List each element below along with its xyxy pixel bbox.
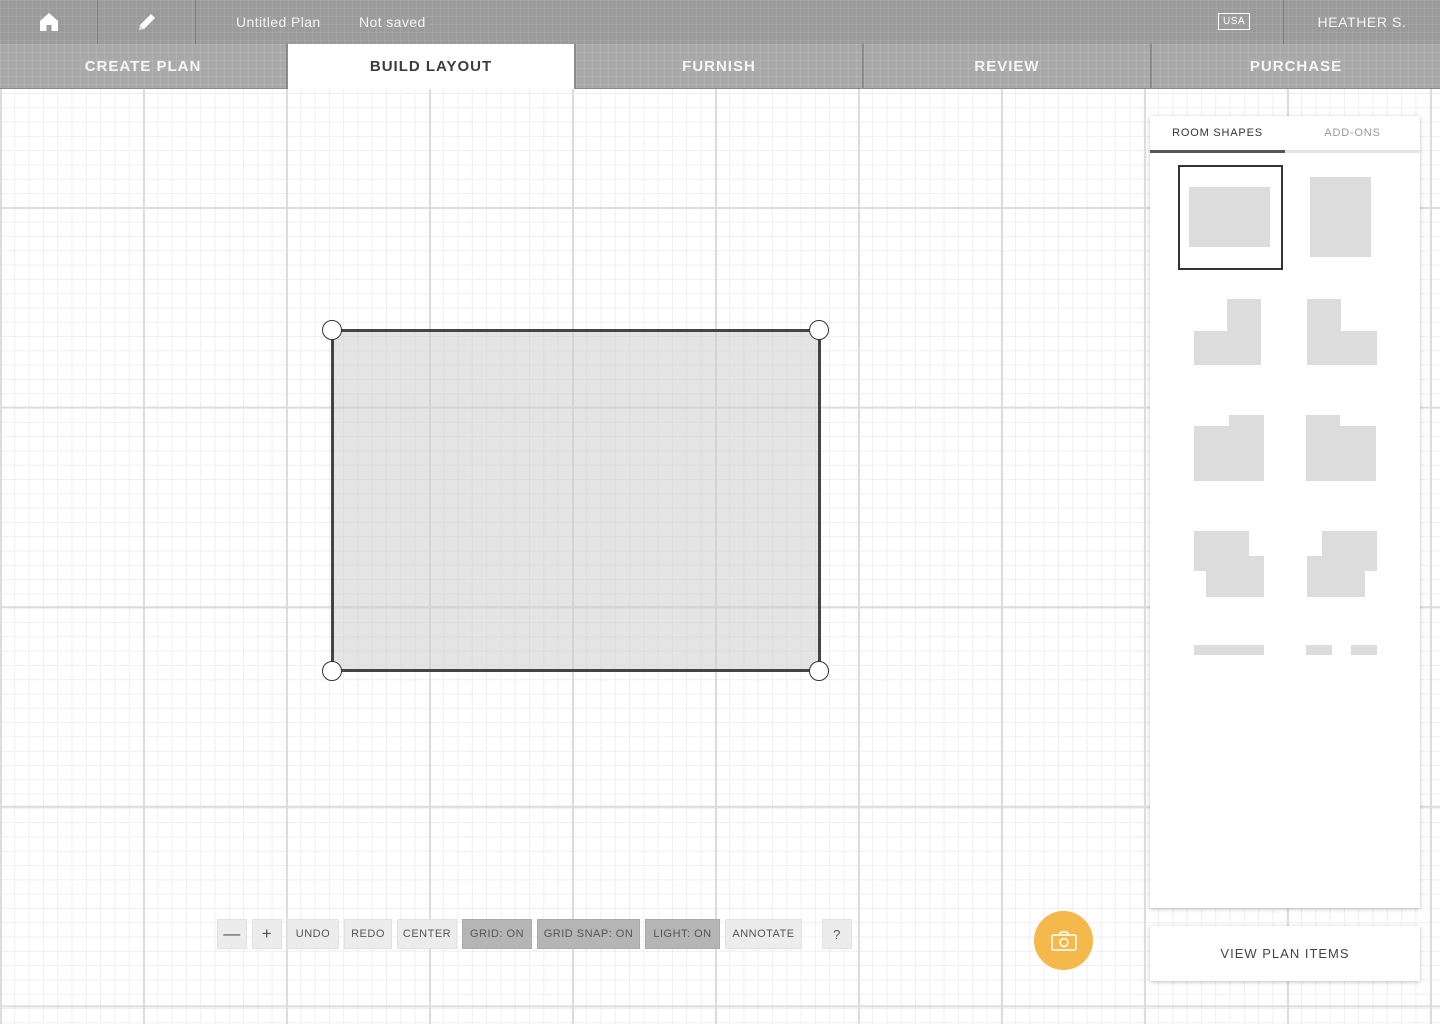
home-button[interactable] [0, 0, 98, 44]
user-menu[interactable]: HEATHER S. [1283, 0, 1440, 44]
tab-add-ons[interactable]: ADD-ONS [1285, 116, 1420, 153]
help-button[interactable]: ? [822, 919, 852, 949]
shape-wall-with-gap[interactable] [1302, 638, 1382, 662]
shape-l-left[interactable] [1302, 296, 1382, 371]
undo-button[interactable]: UNDO [287, 919, 339, 949]
shape-notch-right[interactable] [1190, 412, 1270, 487]
room-corner-handle-top-left[interactable] [322, 320, 342, 340]
camera-icon [1050, 930, 1077, 951]
save-status: Not saved [359, 14, 426, 30]
grid-snap-toggle[interactable]: GRID SNAP: ON [537, 919, 640, 949]
tab-review[interactable]: REVIEW [864, 44, 1152, 89]
tab-purchase[interactable]: PURCHASE [1152, 44, 1440, 89]
light-toggle[interactable]: LIGHT: ON [645, 919, 720, 949]
tab-furnish[interactable]: FURNISH [576, 44, 864, 89]
zoom-in-button[interactable]: + [252, 919, 282, 949]
shape-offset-left[interactable] [1302, 528, 1382, 603]
room-corner-handle-bottom-right[interactable] [809, 661, 829, 681]
pencil-icon [138, 14, 155, 30]
room-shape[interactable] [331, 329, 821, 672]
shape-wall[interactable] [1190, 638, 1270, 662]
tab-create-plan[interactable]: CREATE PLAN [0, 44, 288, 89]
snapshot-button[interactable] [1034, 911, 1093, 970]
step-tabs: CREATE PLAN BUILD LAYOUT FURNISH REVIEW … [0, 44, 1440, 89]
center-button[interactable]: CENTER [397, 919, 457, 949]
room-corner-handle-bottom-left[interactable] [322, 661, 342, 681]
shape-offset-right[interactable] [1190, 528, 1270, 603]
tab-room-shapes[interactable]: ROOM SHAPES [1150, 116, 1285, 153]
zoom-out-button[interactable]: — [217, 919, 247, 949]
annotate-button[interactable]: ANNOTATE [725, 919, 802, 949]
shape-rectangle-wide[interactable] [1178, 165, 1283, 270]
home-icon [39, 13, 58, 31]
plan-name[interactable]: Untitled Plan [236, 0, 321, 44]
shape-notch-left[interactable] [1302, 412, 1382, 487]
edit-plan-name-button[interactable] [98, 0, 196, 44]
grid-toggle[interactable]: GRID: ON [462, 919, 532, 949]
room-shapes-panel: ROOM SHAPES ADD-ONS [1150, 116, 1420, 908]
room-corner-handle-top-right[interactable] [809, 320, 829, 340]
redo-button[interactable]: REDO [344, 919, 392, 949]
shape-rectangle-tall[interactable] [1300, 165, 1405, 270]
tab-build-layout[interactable]: BUILD LAYOUT [288, 44, 576, 89]
top-bar: Untitled Plan Not saved USA HEATHER S. [0, 0, 1440, 44]
region-badge[interactable]: USA [1218, 13, 1250, 30]
shape-l-right[interactable] [1190, 296, 1270, 371]
view-plan-items-button[interactable]: VIEW PLAN ITEMS [1150, 926, 1420, 981]
